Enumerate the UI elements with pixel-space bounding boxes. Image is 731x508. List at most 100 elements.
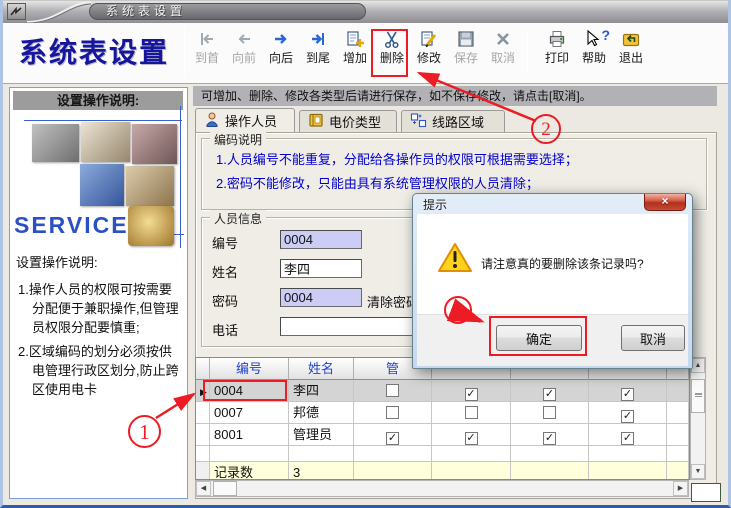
permission-checkbox[interactable]: ✓ [465, 432, 478, 445]
horizontal-scroll-thumb[interactable] [213, 481, 237, 496]
grid-cell-name[interactable]: 邦德 [289, 402, 354, 424]
question-mark: ? [601, 27, 610, 43]
grid-vertical-scrollbar[interactable]: ▲ ▼ [690, 357, 706, 480]
coding-note-2: 2.密码不能修改，只能由具有系统管理权限的人员清除； [216, 173, 539, 192]
code-label: 编号 [212, 233, 238, 252]
code-field[interactable] [280, 230, 362, 249]
collage-photo-keyboard [80, 164, 124, 206]
permission-checkbox[interactable]: ✓ [621, 432, 634, 445]
sidebar: 设置操作说明: SERVICE 设置操作说明: 1.操作人员的权限可按需要分配便… [9, 87, 188, 499]
page-title: 系统表设置 [19, 31, 169, 71]
app-logo-icon [7, 3, 26, 20]
row-selector-cell [196, 402, 210, 424]
grid-cell-check[interactable] [354, 380, 432, 402]
permission-checkbox[interactable]: ✓ [386, 432, 399, 445]
grid-cell-code[interactable]: 8001 [210, 424, 289, 446]
permission-checkbox[interactable]: ✓ [621, 388, 634, 401]
permission-checkbox[interactable] [543, 406, 556, 419]
go-first-icon [189, 29, 225, 51]
add-record-button[interactable]: 增加 [337, 29, 373, 79]
grid-empty-cell [354, 446, 432, 462]
dialog-message: 请注意真的要删除该条记录吗? [481, 255, 644, 272]
row-selector-cell: ▶ [196, 380, 210, 402]
grid-cell-check[interactable]: ✓ [589, 380, 667, 402]
grid-cell-check[interactable]: ✓ [432, 424, 511, 446]
grid-header-code[interactable]: 编号 [210, 358, 289, 380]
print-button[interactable]: 打印 [539, 29, 575, 79]
sidebar-header: 设置操作说明: [13, 91, 183, 110]
confirm-delete-dialog: 提示 × 请注意真的要删除该条记录吗? 确定 取消 [412, 193, 693, 369]
grid-cell-check[interactable]: ✓ [511, 424, 589, 446]
name-field[interactable] [280, 259, 362, 278]
coding-notes-legend: 编码说明 [210, 131, 266, 148]
permission-checkbox[interactable]: ✓ [465, 388, 478, 401]
scroll-down-icon[interactable]: ▼ [691, 464, 705, 479]
exit-button[interactable]: 退出 [613, 29, 649, 79]
scroll-left-icon[interactable]: ◀ [196, 481, 211, 496]
modify-record-button[interactable]: 修改 [411, 29, 447, 79]
grid-horizontal-scrollbar[interactable]: ◀ ▶ [195, 480, 689, 497]
permission-checkbox[interactable]: ✓ [621, 410, 634, 423]
cancel-button: 取消 [485, 29, 521, 79]
scroll-up-icon[interactable]: ▲ [691, 358, 705, 373]
grid-cell-name[interactable]: 李四 [289, 380, 354, 402]
toolbar-divider [184, 28, 185, 78]
operators-grid[interactable]: 编号 姓名 管 ▶ 0004 李四 ✓ ✓ ✓ 0007 邦德 ✓ 8001 管… [195, 357, 690, 480]
grid-cell-check[interactable] [354, 402, 432, 424]
grid-cell-check[interactable] [432, 402, 511, 424]
dialog-ok-button[interactable]: 确定 [496, 325, 582, 351]
split-pages-icon [410, 112, 427, 131]
permission-checkbox[interactable] [465, 406, 478, 419]
grid-footer-cell [432, 462, 511, 479]
help-button[interactable]: ? 帮助 [576, 29, 612, 79]
grid-cell-code[interactable]: 0007 [210, 402, 289, 424]
permission-checkbox[interactable]: ✓ [543, 432, 556, 445]
name-label: 姓名 [212, 262, 238, 281]
grid-cell-check[interactable] [511, 402, 589, 424]
grid-cell-name[interactable]: 管理员 [289, 424, 354, 446]
grid-cell-check[interactable]: ✓ [511, 380, 589, 402]
grid-cell-check[interactable]: ✓ [354, 424, 432, 446]
edit-document-icon [411, 29, 447, 51]
vertical-scroll-thumb[interactable] [691, 379, 705, 413]
grid-corner-box [691, 483, 721, 502]
collage-photo-sticks [132, 124, 177, 164]
warning-triangle-icon [437, 242, 473, 279]
permission-checkbox[interactable] [386, 406, 399, 419]
tab-operators[interactable]: 操作人员 [195, 108, 295, 132]
grid-cell-check[interactable]: ✓ [589, 402, 667, 424]
grid-empty-cell [210, 446, 289, 462]
title-bar: 系统表设置 [3, 1, 728, 23]
collage-photo-tools [32, 124, 79, 162]
grid-cell-extra [667, 424, 689, 446]
service-wordmark: SERVICE [14, 212, 129, 239]
dialog-cancel-button[interactable]: 取消 [621, 325, 685, 351]
go-next-icon [263, 29, 299, 51]
toolbar-separator [527, 31, 528, 75]
tab-price-types[interactable]: 电价类型 [299, 110, 397, 132]
grid-header-name[interactable]: 姓名 [289, 358, 354, 380]
last-record-button[interactable]: 到尾 [300, 29, 336, 79]
dialog-footer: 确定 取消 [417, 314, 688, 366]
password-field[interactable] [280, 288, 362, 307]
tab-label: 操作人员 [225, 111, 277, 130]
grid-cell-check[interactable]: ✓ [589, 424, 667, 446]
scroll-right-icon[interactable]: ▶ [673, 481, 688, 496]
grid-cell-check[interactable]: ✓ [432, 380, 511, 402]
grid-footer-cell [589, 462, 667, 479]
price-book-icon [308, 112, 324, 131]
grid-cell-code[interactable]: 0004 [210, 380, 289, 402]
delete-record-button[interactable]: 删除 [374, 29, 410, 79]
dialog-title: 提示 [423, 196, 447, 213]
dialog-body: 请注意真的要删除该条记录吗? [417, 214, 688, 314]
collage-photo-pen [81, 122, 130, 162]
scissors-icon [374, 29, 410, 51]
permission-checkbox[interactable]: ✓ [543, 388, 556, 401]
permission-checkbox[interactable] [386, 384, 399, 397]
next-record-button[interactable]: 向后 [263, 29, 299, 79]
tab-line-areas[interactable]: 线路区域 [401, 110, 505, 132]
dialog-close-icon[interactable]: × [644, 194, 686, 211]
prev-record-button: 向前 [226, 29, 262, 79]
first-record-button: 到首 [189, 29, 225, 79]
floppy-disk-icon [448, 29, 484, 51]
